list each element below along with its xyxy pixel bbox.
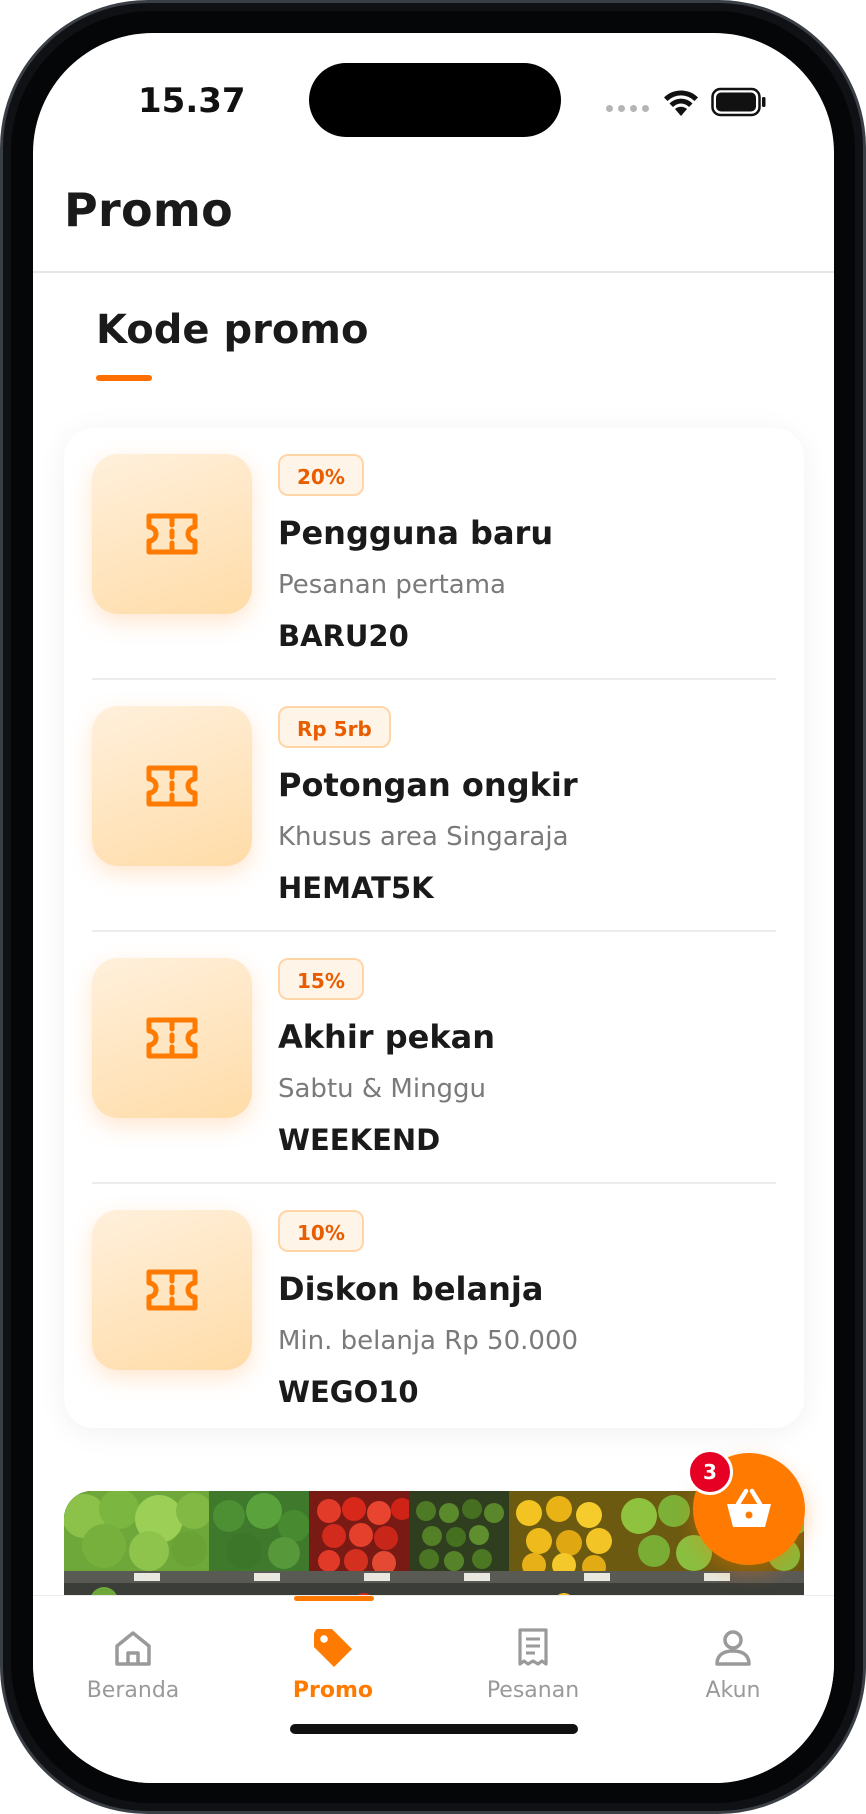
promo-subtitle: Pesanan pertama	[278, 570, 506, 600]
status-time: 15.37	[138, 81, 246, 121]
tag-icon	[314, 1629, 352, 1667]
nav-label: Promo	[292, 1678, 374, 1703]
promo-thumbnail	[92, 706, 252, 866]
discount-badge: Rp 5rb	[278, 706, 391, 748]
promo-thumbnail	[92, 958, 252, 1118]
header-divider	[33, 271, 834, 273]
promo-thumbnail	[92, 1210, 252, 1370]
ticket-icon	[146, 765, 198, 807]
promo-subtitle: Sabtu & Minggu	[278, 1074, 487, 1104]
promo-subtitle: Min. belanja Rp 50.000	[278, 1326, 579, 1356]
promo-title: Akhir pekan	[278, 1018, 495, 1056]
promo-title: Pengguna baru	[278, 514, 554, 552]
promo-item[interactable]: 10% Diskon belanja Min. belanja Rp 50.00…	[64, 1184, 804, 1436]
signal-icon	[606, 105, 649, 112]
promo-item[interactable]: 20% Pengguna baru Pesanan pertama BARU20	[64, 428, 804, 680]
discount-badge: 15%	[278, 958, 364, 1000]
discount-badge: 20%	[278, 454, 364, 496]
basket-icon	[727, 1488, 771, 1527]
receipt-icon	[518, 1628, 548, 1666]
promo-code[interactable]: WEEKEND	[278, 1123, 440, 1157]
nav-item-promo[interactable]: Promo	[233, 1596, 433, 1716]
ticket-icon	[146, 1017, 198, 1059]
promo-item[interactable]: 15% Akhir pekan Sabtu & Minggu WEEKEND	[64, 932, 804, 1184]
ticket-icon	[146, 1269, 198, 1311]
nav-label: Akun	[705, 1678, 761, 1703]
user-icon	[715, 1630, 751, 1666]
nav-item-akun[interactable]: Akun	[633, 1596, 833, 1716]
promo-code[interactable]: WEGO10	[278, 1375, 419, 1409]
section-title: Kode promo	[96, 307, 369, 353]
cart-count-badge: 3	[687, 1449, 733, 1495]
nav-item-beranda[interactable]: Beranda	[33, 1596, 233, 1716]
promo-code[interactable]: HEMAT5K	[278, 871, 434, 905]
home-icon	[115, 1631, 151, 1666]
page-title: Promo	[64, 183, 234, 237]
nav-label: Beranda	[86, 1678, 180, 1703]
home-indicator[interactable]	[290, 1724, 578, 1734]
promo-thumbnail	[92, 454, 252, 614]
battery-icon	[711, 87, 766, 117]
section-title-underline	[96, 375, 152, 381]
nav-item-pesanan[interactable]: Pesanan	[433, 1596, 633, 1716]
nav-label: Pesanan	[486, 1678, 580, 1703]
promo-code[interactable]: BARU20	[278, 619, 409, 653]
promo-title: Diskon belanja	[278, 1270, 544, 1308]
screen: 15.37 Promo Kode promo 20% Pengguna baru	[33, 33, 834, 1783]
discount-badge: 10%	[278, 1210, 364, 1252]
promo-subtitle: Khusus area Singaraja	[278, 822, 569, 852]
dynamic-island	[309, 63, 561, 137]
promo-title: Potongan ongkir	[278, 766, 578, 804]
ticket-icon	[146, 513, 198, 555]
promo-list-card: 20% Pengguna baru Pesanan pertama BARU20…	[64, 428, 804, 1428]
wifi-icon	[664, 90, 698, 116]
bottom-navigation: Beranda Promo Pesanan Akun	[33, 1595, 834, 1783]
promo-item[interactable]: Rp 5rb Potongan ongkir Khusus area Singa…	[64, 680, 804, 932]
